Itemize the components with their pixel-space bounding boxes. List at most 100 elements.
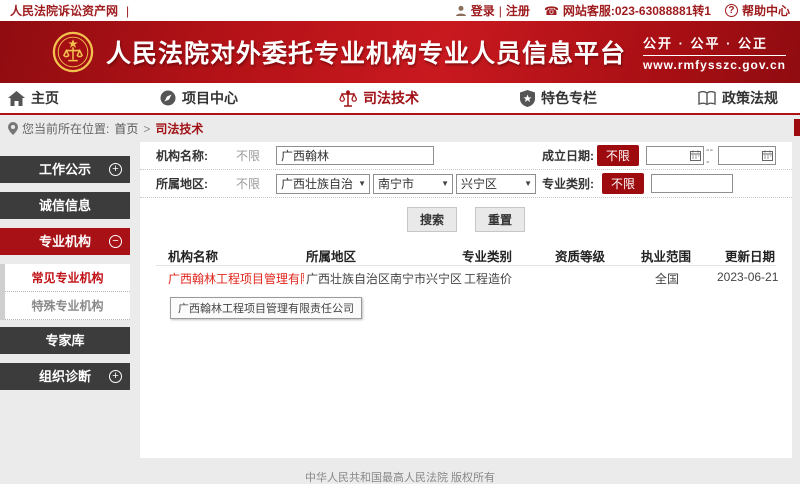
sidebar-item-work-publicity[interactable]: 工作公示 + — [0, 156, 130, 183]
book-icon — [698, 91, 716, 106]
location-pin-icon — [8, 122, 18, 135]
category-input[interactable] — [651, 174, 733, 193]
col-header-grade: 资质等级 — [555, 246, 605, 265]
sidebar-item-label: 诚信信息 — [39, 198, 91, 213]
breadcrumb-separator: > — [143, 122, 150, 136]
region-label: 所属地区: — [156, 175, 218, 192]
slogan-divider — [643, 55, 786, 56]
filter-row-org-name: 机构名称: 不限 成立日期: 不限 --- — [140, 142, 792, 170]
right-edge-marker — [794, 119, 800, 136]
footer: 中华人民共和国最高人民法院 版权所有 — [0, 460, 800, 484]
topbar-divider: | — [126, 4, 129, 18]
site-title: 人民法院对外委托专业机构专业人员信息平台 — [106, 34, 626, 70]
sidebar-item-integrity-info[interactable]: 诚信信息 — [0, 192, 130, 219]
reset-button[interactable]: 重置 — [475, 207, 525, 232]
org-name-unlimited[interactable]: 不限 — [236, 147, 262, 164]
court-emblem-icon — [52, 31, 94, 73]
cell-category: 工程造价 — [464, 270, 512, 287]
cell-region: 广西壮族自治区南宁市兴宁区 — [306, 270, 462, 287]
cell-scope: 全国 — [655, 270, 679, 287]
breadcrumb: 您当前所在位置: 首页 > 司法技术 — [0, 115, 800, 142]
table-header-row: 机构名称 所属地区 专业类别 资质等级 执业范围 更新日期 — [156, 242, 776, 266]
nav-item-special-column[interactable]: 特色专栏 — [520, 88, 597, 108]
cell-updated: 2023-06-21 — [717, 270, 778, 284]
collapse-icon: − — [109, 235, 122, 248]
expand-icon: + — [109, 370, 122, 383]
top-utility-bar: 人民法院诉讼资产网 | 登录 | 注册 ☎ 网站客服:023-63088881转… — [0, 0, 800, 21]
sidebar-item-label: 专业机构 — [39, 234, 91, 249]
search-actions: 搜索 重置 — [140, 207, 792, 232]
expand-icon: + — [109, 163, 122, 176]
hotline-text: 网站客服:023-63088881转1 — [563, 2, 711, 19]
sidebar: 工作公示 + 诚信信息 专业机构 − 常见专业机构 特殊专业机构 专家库 组织诊… — [0, 156, 130, 399]
user-icon — [455, 5, 467, 17]
filter-row-region: 所属地区: 不限 广西壮族自治 ▼ 南宁市 ▼ 兴宁区 ▼ 专业类别: 不限 — [140, 170, 792, 198]
question-icon: ? — [725, 4, 738, 17]
chevron-down-icon: ▼ — [441, 179, 449, 188]
sidebar-item-org-diagnosis[interactable]: 组织诊断 + — [0, 363, 130, 390]
sidebar-subitem-special-orgs[interactable]: 特殊专业机构 — [5, 292, 130, 320]
search-button[interactable]: 搜索 — [407, 207, 457, 232]
main-nav: 主页 项目中心 司法技术 特色专栏 政策法规 — [0, 83, 800, 115]
founded-date-label: 成立日期: — [542, 147, 597, 164]
login-divider: | — [499, 4, 502, 18]
nav-item-policies[interactable]: 政策法规 — [698, 88, 778, 108]
nav-label: 政策法规 — [722, 88, 778, 108]
nav-item-home[interactable]: 主页 — [8, 88, 59, 108]
col-header-updated: 更新日期 — [725, 246, 775, 265]
org-name-label: 机构名称: — [156, 147, 218, 164]
col-header-category: 专业类别 — [462, 246, 512, 265]
chevron-down-icon: ▼ — [524, 179, 532, 188]
help-link: 帮助中心 — [742, 2, 790, 19]
date-start-input[interactable] — [646, 146, 704, 165]
hotline-group: ☎ 网站客服:023-63088881转1 — [544, 2, 711, 19]
sidebar-subitem-common-orgs[interactable]: 常见专业机构 — [5, 264, 130, 292]
slogan-text: 公开 · 公平 · 公正 — [643, 33, 786, 52]
nav-item-project-center[interactable]: 项目中心 — [160, 88, 238, 108]
sidebar-submenu: 常见专业机构 特殊专业机构 — [0, 264, 130, 320]
help-center-group[interactable]: ? 帮助中心 — [725, 2, 790, 19]
home-icon — [8, 91, 25, 106]
login-register-group: 登录 | 注册 — [455, 2, 530, 19]
founded-date-group: 成立日期: 不限 --- — [542, 144, 776, 168]
calendar-icon — [690, 150, 701, 161]
chevron-down-icon: ▼ — [358, 179, 366, 188]
main-area: 工作公示 + 诚信信息 专业机构 − 常见专业机构 特殊专业机构 专家库 组织诊… — [0, 142, 800, 460]
nav-label: 主页 — [31, 88, 59, 108]
scale-icon — [339, 90, 357, 107]
region-unlimited[interactable]: 不限 — [236, 175, 262, 192]
nav-label: 项目中心 — [182, 88, 238, 108]
nav-item-judicial-tech[interactable]: 司法技术 — [339, 88, 419, 108]
district-value: 兴宁区 — [461, 175, 497, 192]
province-value: 广西壮族自治 — [281, 175, 353, 192]
login-link[interactable]: 登录 — [471, 2, 495, 19]
col-header-region: 所属地区 — [306, 246, 356, 265]
nav-label: 特色专栏 — [541, 88, 597, 108]
banner-slogan-block: 公开 · 公平 · 公正 www.rmfysszc.gov.cn — [643, 33, 786, 72]
founded-unlimited-button[interactable]: 不限 — [597, 145, 639, 166]
sidebar-item-expert-pool[interactable]: 专家库 — [0, 327, 130, 354]
city-value: 南宁市 — [378, 175, 414, 192]
calendar-icon — [762, 150, 773, 161]
project-icon — [160, 90, 176, 106]
org-name-input[interactable] — [276, 146, 434, 165]
sidebar-item-label: 组织诊断 — [39, 369, 91, 384]
table-row: 广西翰林工程项目管理有限责任... 广西壮族自治区南宁市兴宁区 工程造价 全国 … — [156, 266, 776, 290]
district-select[interactable]: 兴宁区 ▼ — [456, 174, 536, 194]
breadcrumb-home[interactable]: 首页 — [114, 120, 138, 137]
site-url: www.rmfysszc.gov.cn — [643, 58, 786, 72]
category-label: 专业类别: — [542, 175, 602, 192]
category-unlimited-button[interactable]: 不限 — [602, 173, 644, 194]
date-range-separator: --- — [706, 144, 716, 168]
nav-label: 司法技术 — [363, 88, 419, 108]
breadcrumb-current[interactable]: 司法技术 — [155, 120, 203, 137]
province-select[interactable]: 广西壮族自治 ▼ — [276, 174, 370, 194]
date-end-input[interactable] — [718, 146, 776, 165]
sidebar-item-professional-orgs[interactable]: 专业机构 − — [0, 228, 130, 255]
org-name-link[interactable]: 广西翰林工程项目管理有限责任... — [168, 270, 304, 287]
content-panel: 机构名称: 不限 成立日期: 不限 --- — [140, 142, 792, 458]
category-group: 专业类别: 不限 — [542, 173, 776, 194]
city-select[interactable]: 南宁市 ▼ — [373, 174, 453, 194]
site-link[interactable]: 人民法院诉讼资产网 — [10, 2, 118, 19]
register-link[interactable]: 注册 — [506, 2, 530, 19]
